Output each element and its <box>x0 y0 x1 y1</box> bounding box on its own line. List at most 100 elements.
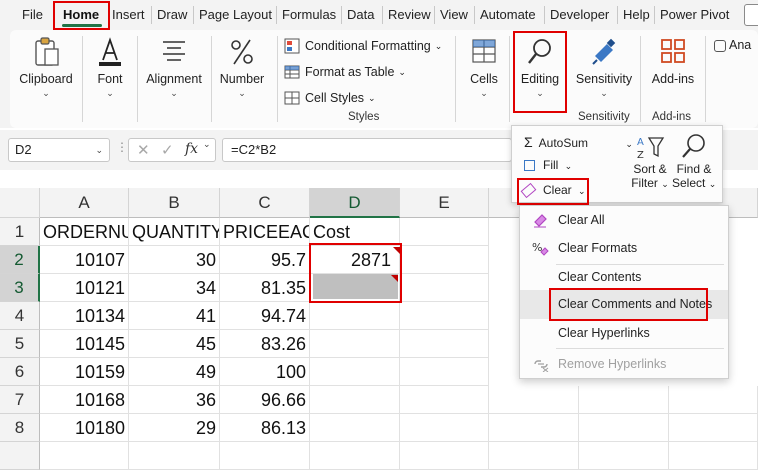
cell-c3[interactable]: 81.35 <box>220 274 310 302</box>
cell-c1[interactable]: PRICEEACH <box>220 218 310 246</box>
row-header-7[interactable]: 7 <box>0 386 40 414</box>
cell-d1[interactable]: Cost <box>310 218 400 246</box>
cell-e9[interactable] <box>400 442 489 470</box>
find-select-button[interactable]: Find & Select ⌄ <box>672 132 716 191</box>
conditional-formatting-button[interactable]: Conditional Formatting ⌄ <box>284 35 442 57</box>
clipboard-button[interactable]: Clipboard ⌄ <box>16 36 76 98</box>
row-header-6[interactable]: 6 <box>0 358 40 386</box>
cell-b7[interactable]: 36 <box>129 386 220 414</box>
menu-item-clear-formats[interactable]: % Clear Formats <box>520 234 728 262</box>
column-header-c[interactable]: C <box>220 188 310 218</box>
tab-review[interactable]: Review <box>388 0 431 30</box>
menu-item-clear-hyperlinks[interactable]: Clear Hyperlinks <box>520 319 728 347</box>
cell-d4[interactable] <box>310 302 400 330</box>
cell-b3[interactable]: 34 <box>129 274 220 302</box>
column-header-d[interactable]: D <box>310 188 400 218</box>
column-header-a[interactable]: A <box>40 188 129 218</box>
cell-d9[interactable] <box>310 442 400 470</box>
cell-h7[interactable] <box>669 386 758 414</box>
tab-page-layout[interactable]: Page Layout <box>199 0 272 30</box>
cell-d6[interactable] <box>310 358 400 386</box>
cell-a4[interactable]: 10134 <box>40 302 129 330</box>
cell-e2[interactable] <box>400 246 489 274</box>
cell-g7[interactable] <box>579 386 669 414</box>
number-button[interactable]: Number ⌄ <box>214 36 270 98</box>
menu-item-clear-contents[interactable]: Clear Contents <box>520 263 728 291</box>
alignment-button[interactable]: Alignment ⌄ <box>142 36 206 98</box>
row-header-1[interactable]: 1 <box>0 218 40 246</box>
addins-button[interactable]: Add-ins <box>646 36 700 86</box>
tab-power-pivot[interactable]: Power Pivot <box>660 0 729 30</box>
row-header-8[interactable]: 8 <box>0 414 40 442</box>
cell-b2[interactable]: 30 <box>129 246 220 274</box>
row-header-3[interactable]: 3 <box>0 274 40 302</box>
formula-input[interactable]: =C2*B2 <box>222 138 512 162</box>
share-button-partial[interactable] <box>744 4 758 26</box>
cell-a2[interactable]: 10107 <box>40 246 129 274</box>
menu-item-clear-all[interactable]: Clear All <box>520 206 728 234</box>
autosum-button[interactable]: Σ AutoSum ⌄ <box>524 134 633 150</box>
sort-filter-button[interactable]: A Z Sort & Filter ⌄ <box>628 134 672 191</box>
cell-e4[interactable] <box>400 302 489 330</box>
cell-a6[interactable]: 10159 <box>40 358 129 386</box>
cell-g8[interactable] <box>579 414 669 442</box>
enter-icon[interactable]: ✓ <box>161 141 174 159</box>
format-as-table-button[interactable]: Format as Table ⌄ <box>284 61 406 83</box>
row-header-2[interactable]: 2 <box>0 246 40 274</box>
tab-insert[interactable]: Insert <box>112 0 145 30</box>
cell-g9[interactable] <box>579 442 669 470</box>
cell-c6[interactable]: 100 <box>220 358 310 386</box>
sensitivity-button[interactable]: Sensitivity ⌄ <box>574 36 634 98</box>
tab-draw[interactable]: Draw <box>157 0 187 30</box>
fill-button[interactable]: Fill ⌄ <box>524 158 572 172</box>
cell-a1[interactable]: ORDERNUMBER <box>40 218 129 246</box>
cell-b1[interactable]: QUANTITY <box>129 218 220 246</box>
cell-e5[interactable] <box>400 330 489 358</box>
tab-help[interactable]: Help <box>623 0 650 30</box>
analyze-data-button[interactable]: Ana <box>714 38 751 52</box>
cell-b5[interactable]: 45 <box>129 330 220 358</box>
cell-b4[interactable]: 41 <box>129 302 220 330</box>
cell-d7[interactable] <box>310 386 400 414</box>
cell-a3[interactable]: 10121 <box>40 274 129 302</box>
cell-f8[interactable] <box>489 414 579 442</box>
tab-view[interactable]: View <box>440 0 468 30</box>
cell-b8[interactable]: 29 <box>129 414 220 442</box>
select-all-button[interactable] <box>0 188 40 218</box>
cells-button[interactable]: Cells ⌄ <box>462 36 506 98</box>
cell-e6[interactable] <box>400 358 489 386</box>
cell-c4[interactable]: 94.74 <box>220 302 310 330</box>
insert-function-icon[interactable]: fx <box>185 141 198 157</box>
tab-developer[interactable]: Developer <box>550 0 609 30</box>
column-header-b[interactable]: B <box>129 188 220 218</box>
cell-c9[interactable] <box>220 442 310 470</box>
cancel-icon[interactable]: ✕ <box>137 141 150 159</box>
menu-item-remove-hyperlinks[interactable]: Remove Hyperlinks <box>520 350 728 378</box>
cell-c5[interactable]: 83.26 <box>220 330 310 358</box>
cell-a7[interactable]: 10168 <box>40 386 129 414</box>
column-header-e[interactable]: E <box>400 188 489 218</box>
cell-h8[interactable] <box>669 414 758 442</box>
row-header-4[interactable]: 4 <box>0 302 40 330</box>
cell-b9[interactable] <box>129 442 220 470</box>
cell-d5[interactable] <box>310 330 400 358</box>
cell-a9[interactable] <box>40 442 129 470</box>
cell-f7[interactable] <box>489 386 579 414</box>
cell-e8[interactable] <box>400 414 489 442</box>
tab-file[interactable]: File <box>22 0 43 30</box>
cell-e3[interactable] <box>400 274 489 302</box>
row-header-5[interactable]: 5 <box>0 330 40 358</box>
cell-b6[interactable]: 49 <box>129 358 220 386</box>
tab-formulas[interactable]: Formulas <box>282 0 336 30</box>
name-box[interactable]: D2 ⌄ <box>8 138 110 162</box>
cell-a5[interactable]: 10145 <box>40 330 129 358</box>
cell-styles-button[interactable]: Cell Styles ⌄ <box>284 87 376 109</box>
cell-d8[interactable] <box>310 414 400 442</box>
cell-h9[interactable] <box>669 442 758 470</box>
tab-data[interactable]: Data <box>347 0 374 30</box>
cell-f9[interactable] <box>489 442 579 470</box>
font-button[interactable]: Font ⌄ <box>88 36 132 98</box>
tab-automate[interactable]: Automate <box>480 0 536 30</box>
cell-e7[interactable] <box>400 386 489 414</box>
cell-c7[interactable]: 96.66 <box>220 386 310 414</box>
